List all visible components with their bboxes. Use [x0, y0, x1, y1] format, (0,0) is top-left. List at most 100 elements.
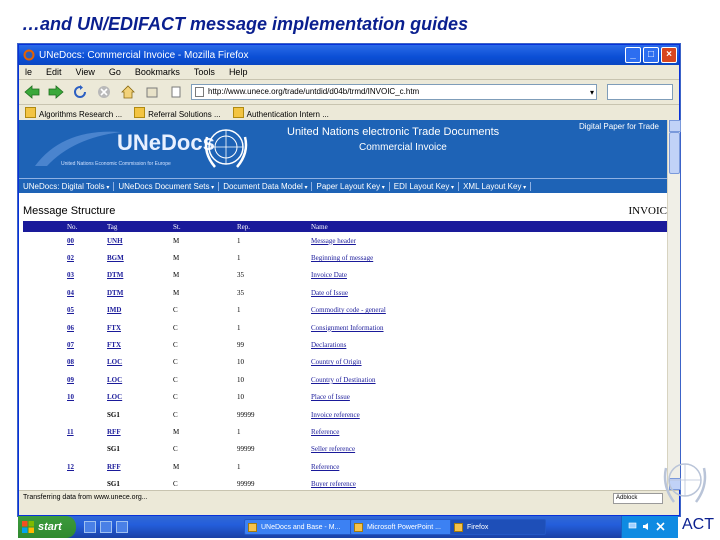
start-button[interactable]: start	[18, 516, 76, 538]
message-code: INVOIC	[628, 205, 668, 217]
segment-name-link[interactable]: Declarations	[311, 341, 346, 349]
segment-number-cell	[23, 406, 105, 423]
close-button[interactable]: ×	[661, 47, 677, 63]
segment-repeat-cell: 35	[235, 267, 309, 284]
segment-tag-link[interactable]: BGM	[107, 254, 124, 262]
nav-item-digital-tools[interactable]: UNeDocs: Digital Tools	[19, 181, 115, 191]
segment-name-link[interactable]: Message header	[311, 237, 356, 245]
segment-status-cell: C	[171, 475, 235, 490]
segment-tag-link[interactable]: RFF	[107, 428, 121, 436]
segment-tag-link[interactable]: RFF	[107, 463, 121, 471]
menu-edit[interactable]: Edit	[46, 67, 62, 77]
quicklaunch-icon[interactable]	[100, 521, 112, 533]
unedocs-logo[interactable]: UNeDocs United Nations Economic Commissi…	[33, 124, 215, 174]
segment-name-link[interactable]: Reference	[311, 428, 339, 436]
menu-go[interactable]: Go	[109, 67, 121, 77]
reload-button[interactable]	[71, 83, 89, 101]
menu-tools[interactable]: Tools	[194, 67, 215, 77]
segment-tag-link[interactable]: LOC	[107, 376, 122, 384]
maximize-button[interactable]: □	[643, 47, 659, 63]
nav-item-paper-layout[interactable]: Paper Layout Key	[312, 181, 390, 191]
status-bar: Transferring data from www.unece.org... …	[19, 490, 679, 504]
segment-name-link[interactable]: Invoice Date	[311, 271, 347, 279]
segment-name-cell: Seller reference	[309, 441, 667, 458]
slide-corner-text: ACT	[682, 516, 714, 533]
segment-repeat: 10	[237, 358, 244, 367]
segment-number-link[interactable]: 07	[67, 341, 74, 349]
page-tool-button[interactable]	[167, 83, 185, 101]
segment-number-link[interactable]: 08	[67, 358, 74, 366]
menu-view[interactable]: View	[76, 67, 95, 77]
back-button[interactable]	[23, 83, 41, 101]
segment-name-link[interactable]: Country of Origin	[311, 358, 362, 366]
segment-tag-link[interactable]: LOC	[107, 358, 122, 366]
nav-item-document-sets[interactable]: UNeDocs Document Sets	[114, 181, 220, 191]
scroll-up-arrow[interactable]	[669, 120, 681, 132]
segment-number-link[interactable]: 10	[67, 393, 74, 401]
segment-name-link[interactable]: Country of Destination	[311, 376, 376, 384]
segment-number-link[interactable]: 02	[67, 254, 74, 262]
segment-number-cell: 08	[23, 354, 105, 371]
segment-tag-link[interactable]: UNH	[107, 237, 123, 245]
segment-name-link[interactable]: Seller reference	[311, 445, 355, 453]
segment-name-link[interactable]: Reference	[311, 463, 339, 471]
segment-number-link[interactable]: 06	[67, 324, 74, 332]
forward-button[interactable]	[47, 83, 65, 101]
segment-status: C	[173, 445, 178, 454]
nav-item-data-model[interactable]: Document Data Model	[219, 181, 313, 191]
segment-tag-link[interactable]: LOC	[107, 393, 122, 401]
segment-number-link[interactable]: 05	[67, 306, 74, 314]
nav-item-xml-layout[interactable]: XML Layout Key	[459, 181, 532, 191]
menu-bookmarks[interactable]: Bookmarks	[135, 67, 180, 77]
table-row: 02 BGM M 1 Beginning of message	[23, 249, 667, 266]
segment-tag-link[interactable]: FTX	[107, 341, 121, 349]
segment-number-link[interactable]: 12	[67, 463, 74, 471]
segment-name-link[interactable]: Place of Issue	[311, 393, 350, 401]
window-title: UNeDocs: Commercial Invoice - Mozilla Fi…	[39, 49, 249, 61]
adblock-status[interactable]: Adblock	[613, 493, 663, 504]
close-icon[interactable]	[656, 522, 665, 531]
volume-icon[interactable]	[642, 522, 651, 531]
nav-item-edi-layout[interactable]: EDI Layout Key	[390, 181, 460, 191]
segment-repeat: 1	[237, 427, 241, 436]
search-input[interactable]	[607, 84, 673, 100]
stop-button[interactable]	[95, 83, 113, 101]
bookmark-item[interactable]: Referral Solutions ...	[134, 106, 221, 119]
scroll-thumb[interactable]	[669, 132, 680, 174]
quicklaunch-icon[interactable]	[84, 521, 96, 533]
segment-tag-link[interactable]: DTM	[107, 289, 123, 297]
segment-name-link[interactable]: Beginning of message	[311, 254, 373, 262]
taskbar-item-firefox[interactable]: Firefox	[450, 519, 546, 535]
home-button[interactable]	[119, 83, 137, 101]
segment-number-link[interactable]: 00	[67, 237, 74, 245]
segment-name-link[interactable]: Commodity code - general	[311, 306, 386, 314]
segment-name-link[interactable]: Consignment Information	[311, 324, 384, 332]
segment-number-link[interactable]: 03	[67, 271, 74, 279]
segment-number-link[interactable]: 04	[67, 289, 74, 297]
menu-help[interactable]: Help	[229, 67, 248, 77]
segment-name-link[interactable]: Invoice reference	[311, 411, 360, 419]
segment-status-cell: C	[171, 302, 235, 319]
chevron-down-icon[interactable]: ▾	[590, 86, 594, 99]
segment-status-cell: M	[171, 267, 235, 284]
segment-name-cell: Message header	[309, 232, 667, 249]
segment-tag-link[interactable]: IMD	[107, 306, 121, 314]
vertical-scrollbar[interactable]	[667, 120, 681, 490]
bookmark-item[interactable]: Authentication Intern ...	[232, 106, 329, 119]
title-bar[interactable]: UNeDocs: Commercial Invoice - Mozilla Fi…	[19, 45, 679, 65]
minimize-button[interactable]: _	[625, 47, 641, 63]
segment-tag-link[interactable]: DTM	[107, 271, 123, 279]
network-icon[interactable]	[628, 522, 637, 531]
segment-name-link[interactable]: Buyer reference	[311, 480, 356, 488]
segment-name-link[interactable]: Date of Issue	[311, 289, 348, 297]
un-emblem-icon	[663, 463, 707, 503]
segment-repeat-cell: 1	[235, 249, 309, 266]
segment-number-link[interactable]: 09	[67, 376, 74, 384]
segment-tag-link[interactable]: FTX	[107, 324, 121, 332]
extension-button[interactable]	[143, 83, 161, 101]
url-field[interactable]: http://www.unece.org/trade/untdid/d04b/t…	[191, 84, 597, 100]
quicklaunch-icon[interactable]	[116, 521, 128, 533]
segment-number-link[interactable]: 11	[67, 428, 74, 436]
bookmark-item[interactable]: Algorithms Research ...	[25, 106, 122, 119]
menu-file[interactable]: le	[25, 67, 32, 77]
